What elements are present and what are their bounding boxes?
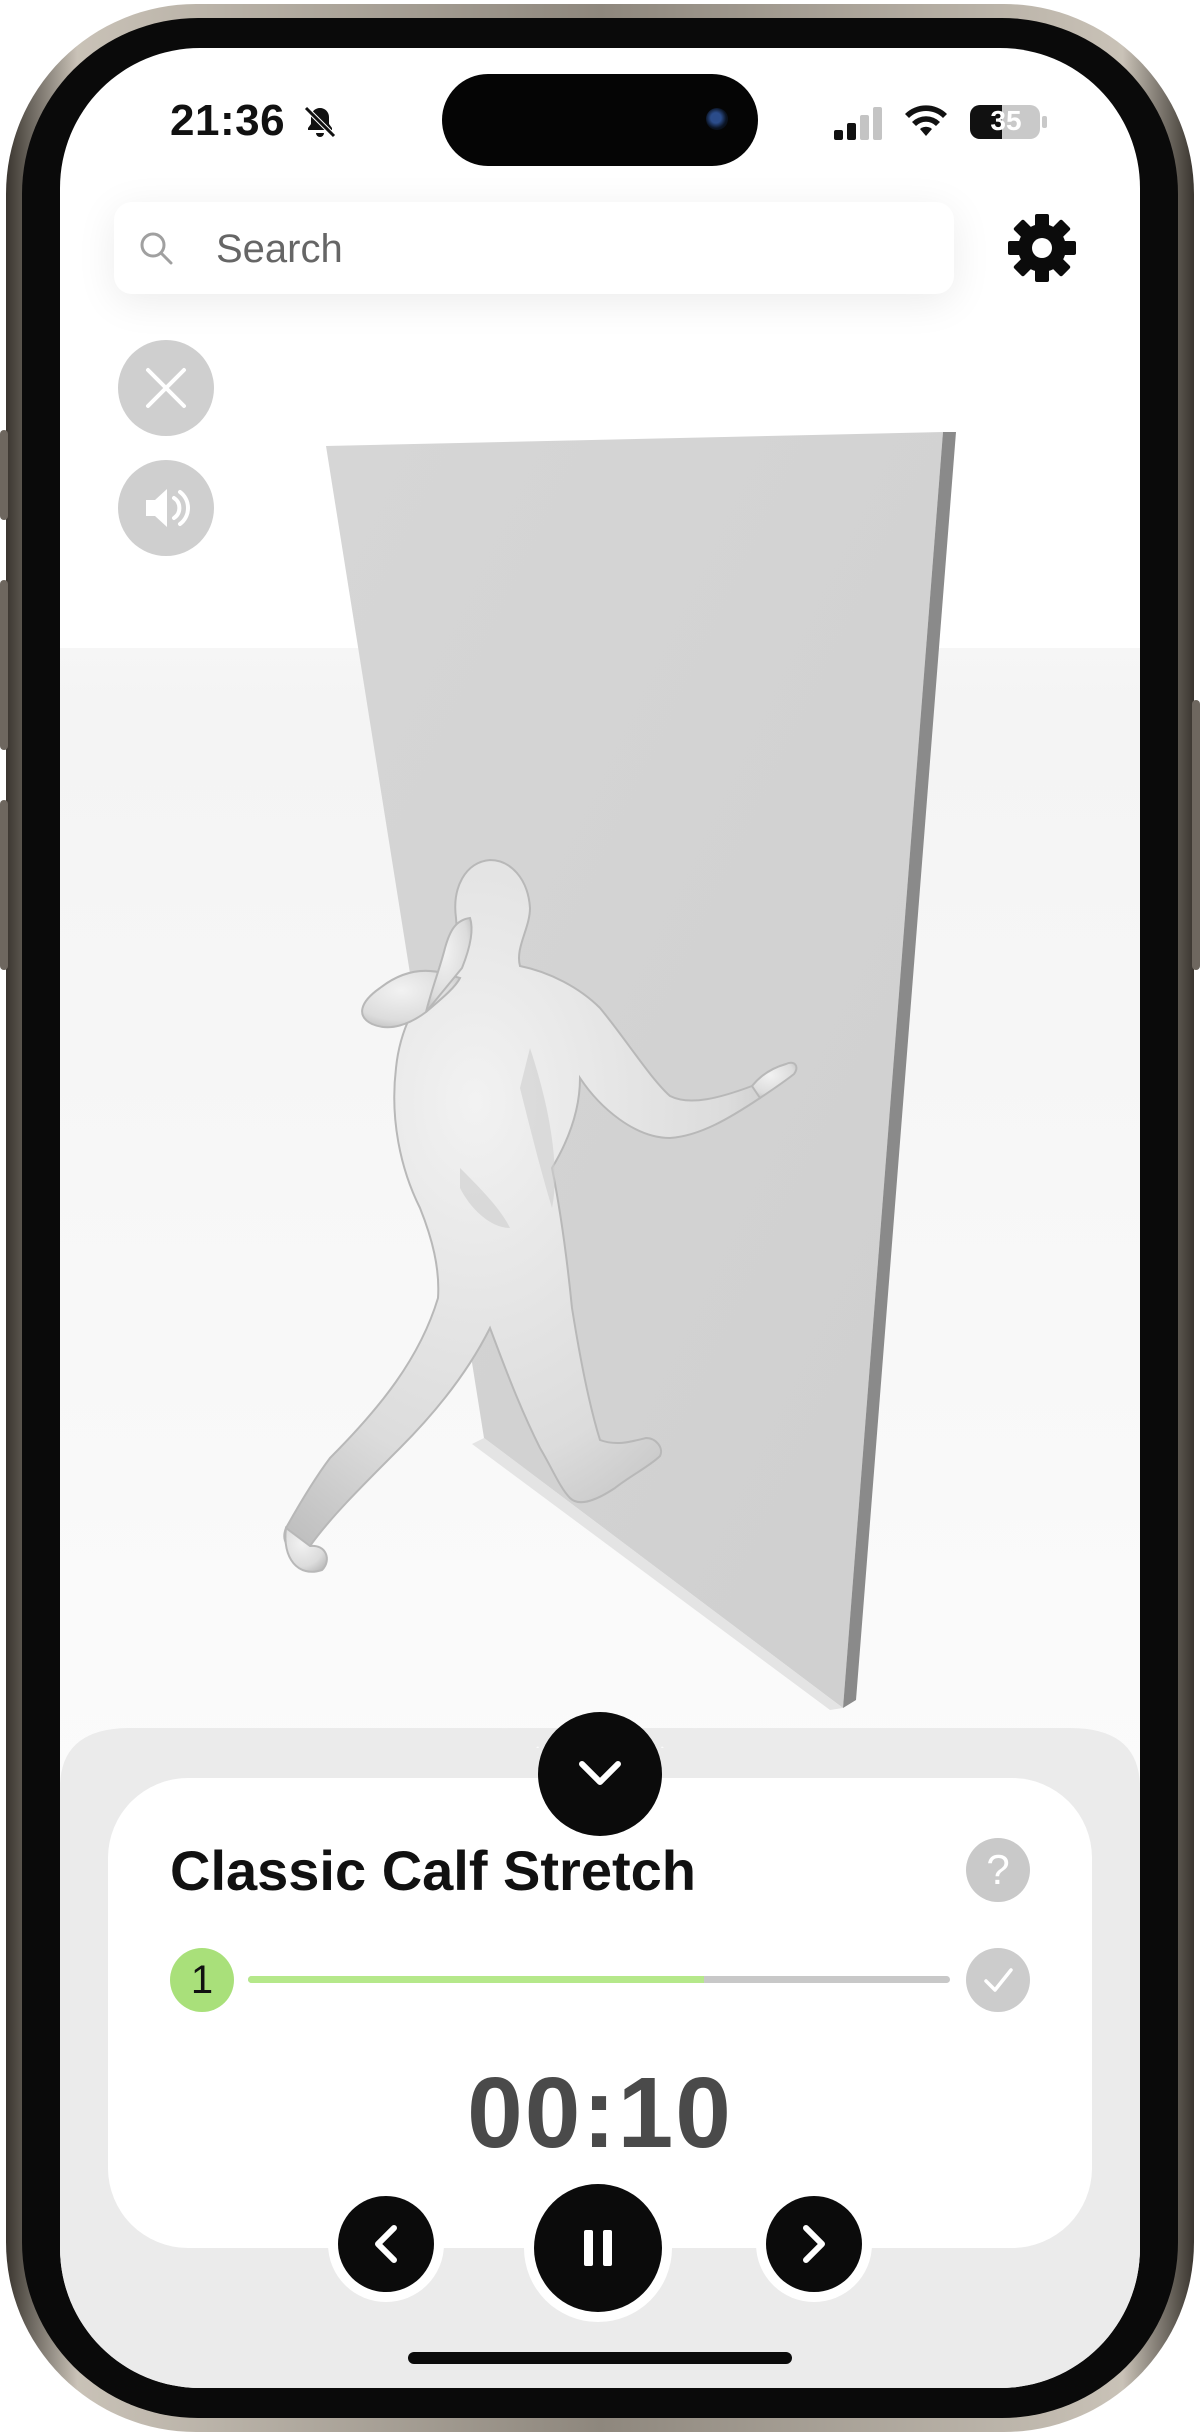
- next-button[interactable]: [766, 2196, 862, 2292]
- progress-track: [248, 1976, 950, 1983]
- volume-up-button: [0, 580, 8, 750]
- wifi-icon: [905, 105, 947, 136]
- next-icon: [803, 2225, 825, 2263]
- help-icon: ?: [986, 1846, 1010, 1893]
- search-bar[interactable]: [114, 202, 954, 296]
- phone-frame: 21:36 35 Search Classic Calf Stretch ? 1…: [0, 0, 1200, 2436]
- previous-button[interactable]: [338, 2196, 434, 2292]
- previous-icon: [375, 2225, 397, 2263]
- gear-icon[interactable]: [1006, 212, 1078, 284]
- pause-button[interactable]: [534, 2184, 662, 2312]
- signal-icon: [834, 107, 882, 140]
- exercise-timer: 00:10: [467, 2057, 733, 2169]
- dynamic-island: [442, 74, 758, 166]
- action-button: [0, 430, 8, 520]
- power-button: [1192, 700, 1200, 970]
- complete-button[interactable]: [966, 1948, 1030, 2012]
- search-input[interactable]: [214, 202, 918, 296]
- collapse-chevron-icon: [579, 1761, 621, 1785]
- camera-icon: [706, 108, 728, 130]
- sound-icon: [146, 489, 190, 527]
- collapse-button[interactable]: [538, 1712, 662, 1836]
- sound-button[interactable]: [118, 460, 214, 556]
- help-button[interactable]: ?: [966, 1838, 1030, 1902]
- close-icon: [146, 368, 186, 408]
- search-icon: [140, 232, 173, 265]
- exercise-3d-view[interactable]: [60, 348, 1140, 1788]
- battery-level: 35: [990, 105, 1022, 136]
- pause-icon: [584, 2230, 612, 2266]
- home-indicator[interactable]: [408, 2352, 792, 2364]
- bell-muted-icon: [304, 106, 336, 138]
- progress-fill: [248, 1976, 705, 1983]
- status-time: 21:36: [170, 96, 286, 145]
- check-icon: [984, 1968, 1013, 1992]
- app-screen: 21:36 35 Search Classic Calf Stretch ? 1…: [60, 48, 1140, 2388]
- current-step-badge: 1: [170, 1948, 234, 2012]
- close-button[interactable]: [118, 340, 214, 436]
- volume-down-button: [0, 800, 8, 970]
- exercise-title: Classic Calf Stretch: [170, 1839, 696, 1902]
